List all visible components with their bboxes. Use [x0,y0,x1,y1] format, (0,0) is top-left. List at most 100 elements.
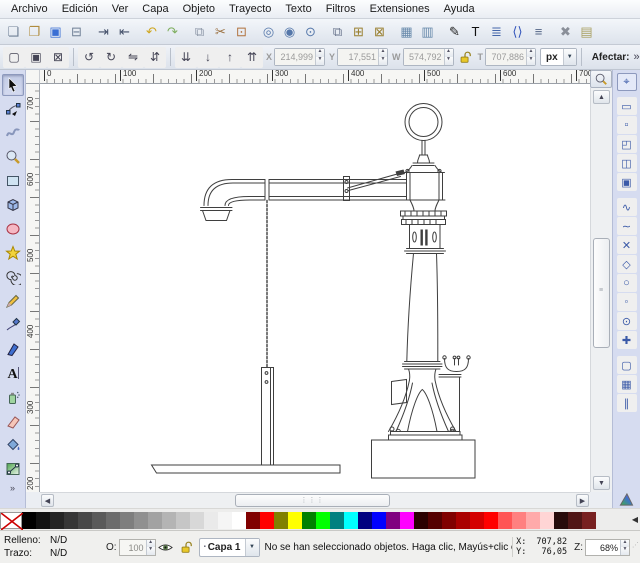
color-swatch[interactable] [288,512,302,529]
horizontal-scrollbar-thumb[interactable]: ⋮⋮⋮ [235,494,390,507]
Objeto[interactable]: Objeto [176,1,222,17]
paste-button[interactable]: ⊡ [231,21,252,43]
snap-rotation-center-button[interactable]: ✚ [617,331,637,349]
snap-smooth-node-button[interactable]: ○ [617,274,637,292]
xml-editor-button[interactable]: ⟨⟩ [507,21,528,43]
eraser-tool-button[interactable] [2,410,24,432]
Texto[interactable]: Texto [278,1,318,17]
pencil-tool-button[interactable] [2,290,24,312]
deselect-button[interactable]: ⊠ [47,47,69,68]
fill-stroke-dialog-button[interactable]: ✎ [444,21,465,43]
calligraphy-tool-button[interactable] [2,338,24,360]
spinner-arrows[interactable]: ▲▼ [315,49,324,65]
3dbox-tool-button[interactable] [2,194,24,216]
cut-button[interactable]: ✂ [210,21,231,43]
lower-button[interactable]: ↓ [197,47,219,68]
snap-bbox-edge-button[interactable]: ▫ [617,116,637,134]
spiral-tool-button[interactable] [2,266,24,288]
color-swatch[interactable] [260,512,274,529]
snap-midpoint-button[interactable]: ◦ [617,293,637,311]
canvas-corner-zoom-button[interactable] [590,70,612,88]
Trayecto[interactable]: Trayecto [222,1,278,17]
color-swatch[interactable] [484,512,498,529]
chevron-down-icon[interactable]: ▼ [245,539,259,556]
color-swatch[interactable] [358,512,372,529]
text-dialog-button[interactable]: T [465,21,486,43]
node-tool-button[interactable] [2,98,24,120]
Capa[interactable]: Capa [135,1,175,17]
color-swatch[interactable] [176,512,190,529]
snap-guides-button[interactable]: ∥ [617,394,637,412]
color-swatch[interactable] [582,512,596,529]
palette-scroll-left-button[interactable]: ◀ [632,515,638,524]
scroll-up-arrow[interactable]: ▲ [593,90,610,104]
pump-drawing[interactable] [40,84,590,492]
selector-tool-button[interactable] [2,74,24,96]
Archivo[interactable]: Archivo [4,1,55,17]
Edición[interactable]: Edición [55,1,105,17]
snap-bbox-corner-button[interactable]: ◰ [617,135,637,153]
color-swatch[interactable] [316,512,330,529]
snap-intersection-button[interactable]: ✕ [617,236,637,254]
spinner-arrows[interactable]: ▲▼ [620,540,629,555]
color-swatch[interactable] [526,512,540,529]
spray-tool-button[interactable] [2,386,24,408]
undo-button[interactable]: ↶ [141,21,162,43]
lower-to-bottom-button[interactable]: ⇊ [175,47,197,68]
Ayuda[interactable]: Ayuda [437,1,482,17]
color-swatch[interactable] [498,512,512,529]
raise-button[interactable]: ↑ [219,47,241,68]
color-swatch[interactable] [512,512,526,529]
toolbar-overflow-button[interactable]: » [634,51,640,63]
create-clone-button[interactable]: ⊞ [348,21,369,43]
redo-button[interactable]: ↷ [162,21,183,43]
color-swatch[interactable] [330,512,344,529]
snap-object-center-button[interactable]: ⊙ [617,312,637,330]
group-button[interactable]: ▦ [396,21,417,43]
vertical-scrollbar-thumb[interactable]: ≡ [593,238,610,348]
flip-vertical-button[interactable]: ⇵ [144,47,166,68]
horizontal-ruler[interactable]: 0100200300400500600700 [40,70,590,84]
color-swatch[interactable] [344,512,358,529]
snap-grid-button[interactable]: ▦ [617,375,637,393]
scroll-left-arrow[interactable]: ◀ [41,494,54,507]
color-swatch[interactable] [554,512,568,529]
color-swatch[interactable] [568,512,582,529]
unit-select[interactable]: px ▼ [540,48,577,66]
rectangle-tool-button[interactable] [2,170,24,192]
spinner-arrows[interactable]: ▲▼ [378,49,387,65]
color-swatch[interactable] [92,512,106,529]
snap-cusp-node-button[interactable]: ◇ [617,255,637,273]
color-swatch[interactable] [22,512,36,529]
export-button[interactable]: ⇤ [114,21,135,43]
save-document-button[interactable]: ▣ [45,21,66,43]
color-swatch[interactable] [190,512,204,529]
color-swatch[interactable] [302,512,316,529]
vertical-scrollbar[interactable]: ▲ ≡ ▼ [590,88,612,492]
document-properties-button[interactable]: ▤ [576,21,597,43]
select-all-button[interactable]: ▢ [3,47,25,68]
gradient-tool-button[interactable] [2,458,24,480]
color-swatch[interactable] [274,512,288,529]
layers-dialog-button[interactable]: ≣ [486,21,507,43]
snap-enable-button[interactable]: ⌖ [617,73,637,91]
color-swatch[interactable] [106,512,120,529]
open-document-button[interactable]: ❐ [24,21,45,43]
color-swatch[interactable] [414,512,428,529]
layer-visibility-toggle[interactable] [157,538,175,556]
color-swatch[interactable] [246,512,260,529]
color-swatch[interactable] [120,512,134,529]
rotate-ccw-button[interactable]: ↺ [78,47,100,68]
tweak-tool-button[interactable] [2,122,24,144]
fill-stroke-indicator[interactable]: Relleno: N/D Trazo: N/D [0,533,104,561]
toolbox-overflow-button[interactable]: » [10,483,15,493]
color-swatch[interactable] [218,512,232,529]
vertical-ruler[interactable]: 700600500400300200 [26,84,40,492]
snap-bbox-button[interactable]: ▭ [617,97,637,115]
color-swatch[interactable] [134,512,148,529]
Extensiones[interactable]: Extensiones [363,1,437,17]
color-swatch[interactable] [456,512,470,529]
zoom-spinbox[interactable]: 68% ▲▼ [585,539,630,556]
canvas[interactable] [40,84,590,492]
color-swatch[interactable] [232,512,246,529]
